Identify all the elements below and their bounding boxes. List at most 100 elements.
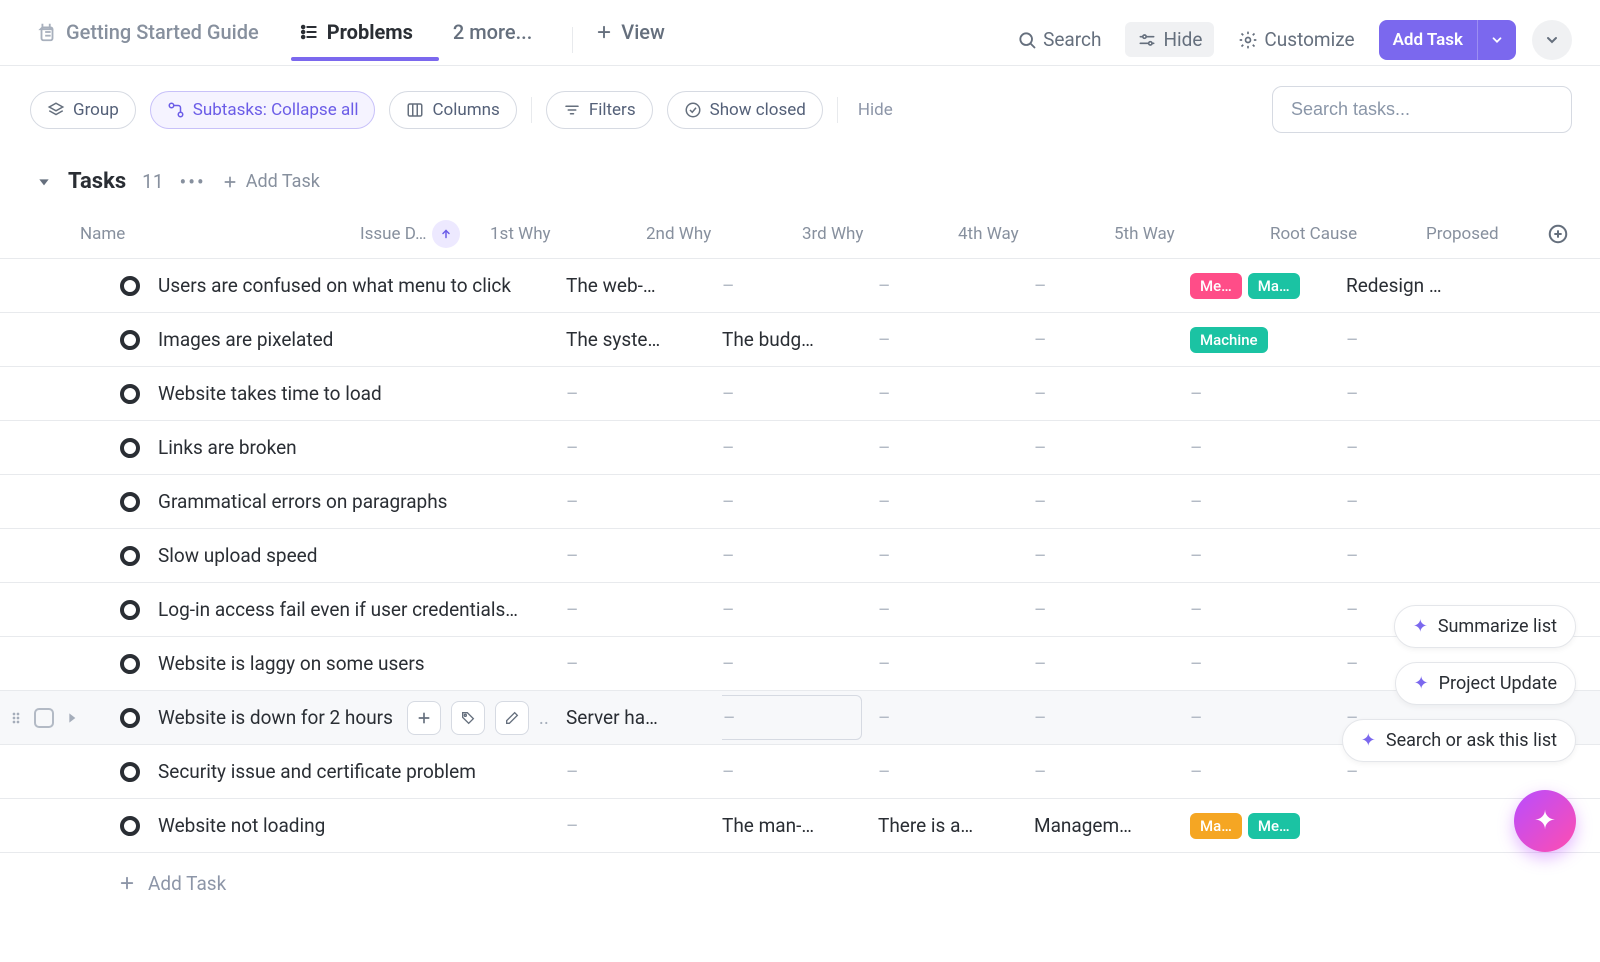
- cell[interactable]: –: [1034, 598, 1190, 621]
- proposed-cell[interactable]: –: [1346, 544, 1500, 567]
- task-name-cell[interactable]: Website not loading: [158, 814, 566, 837]
- proposed-cell[interactable]: Redesign …: [1346, 274, 1500, 297]
- status-dot[interactable]: [120, 708, 140, 728]
- ai-project-update-button[interactable]: ✦ Project Update: [1395, 662, 1576, 705]
- tab-more[interactable]: 2 more...: [453, 20, 550, 60]
- task-name-cell[interactable]: Website takes time to load: [158, 382, 566, 405]
- cell[interactable]: –: [878, 598, 1034, 621]
- cell[interactable]: –: [1034, 544, 1190, 567]
- cell[interactable]: –: [1034, 436, 1190, 459]
- col-way5[interactable]: 5th Way: [1114, 224, 1270, 244]
- root-cause-cell[interactable]: –: [1190, 382, 1346, 405]
- cell[interactable]: Managem…: [1034, 814, 1190, 837]
- row-checkbox[interactable]: [34, 708, 54, 728]
- cell[interactable]: –: [722, 760, 878, 783]
- cell[interactable]: –: [722, 436, 878, 459]
- cell[interactable]: –: [722, 598, 878, 621]
- task-name-cell[interactable]: Users are confused on what menu to click: [158, 274, 566, 297]
- proposed-cell[interactable]: –: [1346, 760, 1500, 783]
- cell[interactable]: –: [566, 436, 722, 459]
- cell[interactable]: –: [878, 652, 1034, 675]
- bottom-add-task[interactable]: Add Task: [0, 853, 1600, 913]
- cell[interactable]: –: [878, 544, 1034, 567]
- more-dots[interactable]: ..: [539, 706, 549, 729]
- col-root[interactable]: Root Cause: [1270, 224, 1426, 244]
- cell[interactable]: –: [878, 274, 1034, 297]
- cell[interactable]: Server ha…: [566, 706, 722, 729]
- cell[interactable]: The budg…: [722, 328, 878, 351]
- cell[interactable]: –: [1034, 706, 1190, 729]
- task-name-cell[interactable]: Security issue and certificate problem: [158, 760, 566, 783]
- ai-fab-button[interactable]: ✦: [1514, 790, 1576, 852]
- task-name-cell[interactable]: Grammatical errors on paragraphs: [158, 490, 566, 513]
- root-cause-cell[interactable]: –: [1190, 544, 1346, 567]
- show-closed-pill[interactable]: Show closed: [667, 91, 823, 129]
- status-dot[interactable]: [120, 330, 140, 350]
- more-menu-button[interactable]: [1532, 20, 1572, 60]
- col-name[interactable]: Name: [80, 224, 360, 244]
- task-name-cell[interactable]: Images are pixelated: [158, 328, 566, 351]
- add-column-button[interactable]: [1536, 223, 1580, 245]
- columns-pill[interactable]: Columns: [389, 91, 516, 129]
- cell[interactable]: –: [566, 490, 722, 513]
- task-name-cell[interactable]: Links are broken: [158, 436, 566, 459]
- cell[interactable]: –: [878, 760, 1034, 783]
- hide-button[interactable]: Hide: [1125, 22, 1214, 57]
- cell[interactable]: –: [566, 544, 722, 567]
- tab-getting-started[interactable]: Getting Started Guide: [36, 20, 277, 60]
- add-task-dropdown[interactable]: [1477, 20, 1516, 60]
- group-menu-icon[interactable]: •••: [180, 170, 206, 194]
- subtasks-pill[interactable]: Subtasks: Collapse all: [150, 91, 376, 129]
- tag-button[interactable]: [451, 701, 485, 735]
- proposed-cell[interactable]: –: [1346, 382, 1500, 405]
- root-cause-tag[interactable]: Me…: [1248, 813, 1300, 839]
- collapse-icon[interactable]: [36, 174, 52, 190]
- proposed-cell[interactable]: –: [1346, 328, 1500, 351]
- proposed-cell[interactable]: –: [1346, 490, 1500, 513]
- task-name-cell[interactable]: Website is down for 2 hours ..: [158, 701, 566, 735]
- root-cause-tag[interactable]: Ma…: [1190, 813, 1242, 839]
- cell[interactable]: –: [1034, 652, 1190, 675]
- cell[interactable]: –: [878, 706, 1034, 729]
- col-proposed[interactable]: Proposed: [1426, 224, 1536, 244]
- customize-button[interactable]: Customize: [1230, 22, 1362, 57]
- cell[interactable]: There is a…: [878, 814, 1034, 837]
- cell[interactable]: –: [878, 490, 1034, 513]
- root-cause-cell[interactable]: –: [1190, 760, 1346, 783]
- status-dot[interactable]: [120, 546, 140, 566]
- task-row[interactable]: Links are broken – – – – – –: [0, 421, 1600, 475]
- task-row[interactable]: Images are pixelated The syste… The budg…: [0, 313, 1600, 367]
- cell[interactable]: The syste…: [566, 328, 722, 351]
- cell[interactable]: –: [1034, 274, 1190, 297]
- sort-asc-icon[interactable]: [432, 220, 460, 248]
- status-dot[interactable]: [120, 438, 140, 458]
- root-cause-cell[interactable]: –: [1190, 490, 1346, 513]
- col-why1[interactable]: 1st Why: [490, 224, 646, 244]
- task-search-input[interactable]: [1272, 86, 1572, 133]
- drag-handle-icon[interactable]: [8, 710, 24, 726]
- cell[interactable]: –: [566, 814, 722, 837]
- filters-pill[interactable]: Filters: [546, 91, 653, 129]
- proposed-cell[interactable]: –: [1346, 436, 1500, 459]
- task-name-cell[interactable]: Log-in access fail even if user credenti…: [158, 598, 566, 621]
- root-cause-cell[interactable]: –: [1190, 706, 1346, 729]
- ai-search-ask-button[interactable]: ✦ Search or ask this list: [1342, 719, 1576, 762]
- cell[interactable]: The web-…: [566, 274, 722, 297]
- col-why2[interactable]: 2nd Why: [646, 224, 802, 244]
- cell[interactable]: The man-…: [722, 814, 878, 837]
- root-cause-tag[interactable]: Ma…: [1248, 273, 1300, 299]
- cell[interactable]: –: [722, 274, 878, 297]
- cell[interactable]: –: [722, 544, 878, 567]
- add-view-button[interactable]: View: [595, 20, 683, 60]
- group-add-task-button[interactable]: Add Task: [222, 171, 320, 192]
- cell[interactable]: –: [566, 652, 722, 675]
- cell[interactable]: –: [878, 436, 1034, 459]
- root-cause-cell[interactable]: Me…Ma…: [1190, 273, 1346, 299]
- root-cause-cell[interactable]: –: [1190, 598, 1346, 621]
- cell[interactable]: –: [722, 490, 878, 513]
- task-row[interactable]: Grammatical errors on paragraphs – – – –…: [0, 475, 1600, 529]
- root-cause-cell[interactable]: –: [1190, 436, 1346, 459]
- task-name-cell[interactable]: Website is laggy on some users: [158, 652, 566, 675]
- cell[interactable]: –: [878, 382, 1034, 405]
- status-dot[interactable]: [120, 600, 140, 620]
